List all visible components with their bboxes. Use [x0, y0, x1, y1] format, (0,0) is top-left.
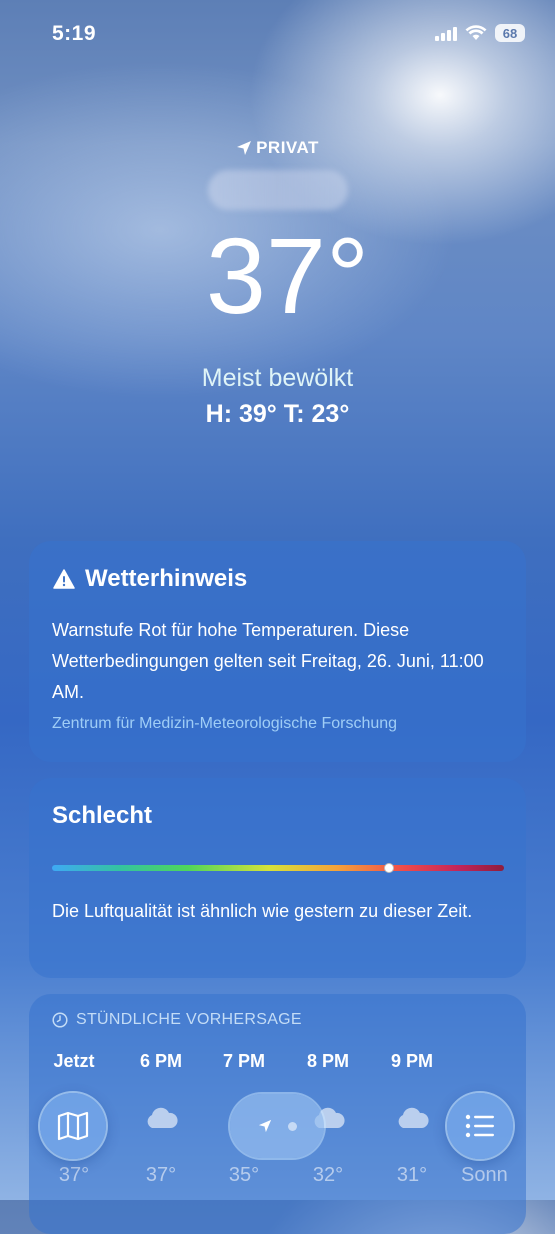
alert-description: Warnstufe Rot für hohe Temperaturen. Die… [52, 620, 484, 702]
hour-temperature: 35° [228, 1164, 260, 1186]
city-name-redacted [208, 170, 348, 210]
weather-condition: Meist bewölkt [201, 364, 354, 392]
hour-label: 8 PM [306, 1051, 349, 1071]
air-quality-scale-bar [52, 865, 504, 871]
air-quality-marker [383, 863, 394, 873]
hour-temperature: 37° [58, 1164, 90, 1186]
list-icon [465, 1114, 494, 1138]
clock-icon [52, 1012, 68, 1028]
page-dot [287, 1121, 297, 1131]
cloud-icon [377, 1104, 447, 1134]
battery-icon: 68 [495, 24, 525, 42]
hour-label: 7 PM [222, 1051, 265, 1071]
air-quality-description: Die Luftqualität ist ähnlich wie gestern… [52, 901, 473, 921]
current-temperature: 37° [205, 215, 370, 336]
alert-title-text: Wetterhinweis [85, 565, 248, 592]
hour-label: 6 PM [139, 1051, 182, 1071]
map-button[interactable] [40, 1093, 106, 1159]
hour-temperature: Sonn [461, 1164, 508, 1186]
hour-label: Jetzt [53, 1051, 95, 1071]
hourly-forecast-title: STÜNDLICHE VORHERSAGE [76, 1011, 302, 1028]
wifi-icon [465, 25, 487, 40]
warning-icon [53, 569, 75, 589]
map-icon [57, 1111, 89, 1141]
air-quality-card[interactable]: Schlecht Die Luftqualität ist ähnlich wi… [29, 778, 526, 978]
alert-title: Wetterhinweis [53, 565, 247, 593]
locations-list-button[interactable] [447, 1093, 513, 1159]
status-icons: 68 [435, 24, 525, 42]
hour-temperature: 37° [145, 1164, 177, 1186]
location-pager[interactable] [230, 1094, 324, 1158]
hour-temperature: 31° [396, 1164, 428, 1186]
location-arrow-icon [258, 1119, 271, 1133]
weather-alert-card[interactable]: Wetterhinweis Warnstufe Rot für hohe Tem… [29, 541, 526, 762]
location-label: PRIVAT [0, 138, 555, 158]
hourly-forecast-header: STÜNDLICHE VORHERSAGE [52, 1011, 302, 1029]
hour-label: 9 PM [390, 1051, 433, 1071]
cloud-icon [126, 1104, 196, 1134]
status-time: 5:19 [52, 22, 97, 45]
air-quality-level: Schlecht [52, 802, 153, 829]
hour-temperature: 32° [312, 1164, 344, 1186]
location-label-text: PRIVAT [256, 138, 319, 157]
location-arrow-icon [237, 141, 252, 155]
cellular-signal-icon [435, 25, 457, 41]
alert-source-link[interactable]: Zentrum für Medizin-Meteorologische Fors… [52, 715, 397, 733]
high-low-temperature: H: 39° T: 23° [205, 400, 350, 428]
